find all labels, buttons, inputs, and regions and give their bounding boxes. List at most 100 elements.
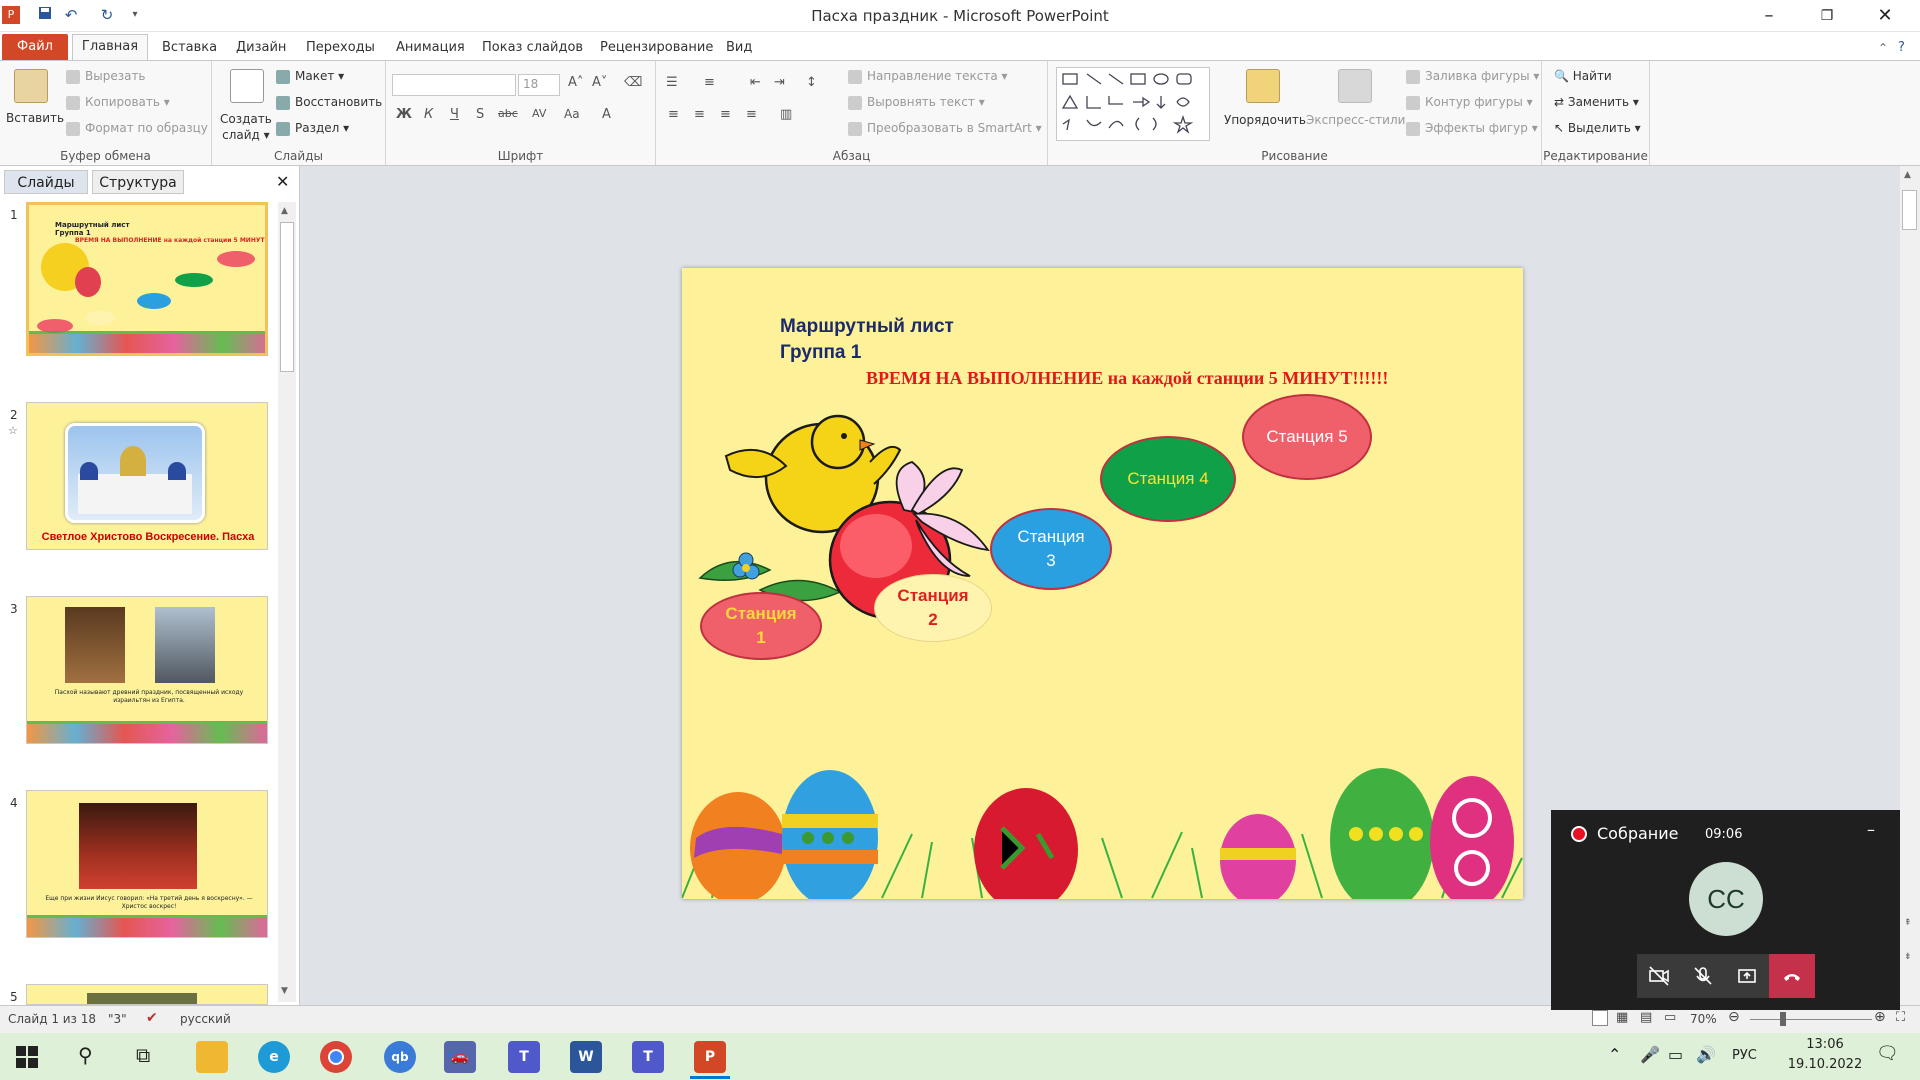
- slide-thumbnail-2[interactable]: Светлое Христово Воскресение. Пасха: [26, 402, 268, 550]
- shape-fill-button[interactable]: Заливка фигуры ▾: [1406, 69, 1539, 84]
- station-1[interactable]: Станция 1: [700, 592, 822, 660]
- zoom-slider-thumb[interactable]: [1780, 1012, 1786, 1026]
- prev-slide-icon[interactable]: ⇞: [1904, 918, 1912, 928]
- scroll-down-icon[interactable]: ▼: [281, 986, 288, 996]
- fit-slide-icon[interactable]: ⛶: [1896, 1010, 1905, 1025]
- clock-date[interactable]: 19.10.2022: [1776, 1057, 1874, 1072]
- format-painter-button[interactable]: Формат по образцу: [66, 121, 208, 136]
- slide-thumbnail-3[interactable]: Пасхой называют древний праздник, посвящ…: [26, 596, 268, 744]
- slide-thumbnail-5[interactable]: [26, 984, 268, 1005]
- tab-outline-panel[interactable]: Структура: [92, 170, 184, 194]
- shapes-gallery[interactable]: [1056, 67, 1210, 141]
- editor-scrollbar[interactable]: ▲ ⇞ ⇟: [1900, 166, 1920, 1005]
- scroll-up-icon[interactable]: ▲: [281, 206, 288, 216]
- smartart-button[interactable]: Преобразовать в SmartArt ▾: [848, 121, 1042, 136]
- chrome-icon[interactable]: [320, 1041, 352, 1073]
- bullets-icon[interactable]: ☰: [666, 75, 678, 90]
- teams-classic-icon[interactable]: T: [632, 1041, 664, 1073]
- shrink-font-icon[interactable]: A˅: [592, 75, 607, 90]
- decrease-indent-icon[interactable]: ⇤: [750, 75, 761, 90]
- car-app-icon[interactable]: 🚗: [444, 1041, 476, 1073]
- slide-thumbnail-1[interactable]: Маршрутный лист Группа 1 ВРЕМЯ НА ВЫПОЛН…: [26, 202, 268, 356]
- tab-slideshow[interactable]: Показ слайдов: [482, 36, 583, 60]
- copy-button[interactable]: Копировать ▾: [66, 95, 170, 110]
- eggs-grass-illustration[interactable]: [682, 738, 1523, 899]
- slideshow-view-icon[interactable]: ▭: [1664, 1010, 1676, 1025]
- strike-button[interactable]: abc: [498, 107, 518, 120]
- spellcheck-icon[interactable]: ✔: [146, 1010, 158, 1026]
- next-slide-icon[interactable]: ⇟: [1904, 952, 1912, 962]
- mic-tray-icon[interactable]: 🎤: [1640, 1045, 1660, 1064]
- windows-start-icon[interactable]: [16, 1046, 38, 1072]
- tray-chevron-icon[interactable]: ⌃: [1608, 1045, 1621, 1064]
- station-2[interactable]: Станция 2: [874, 574, 992, 642]
- sorter-view-icon[interactable]: ▦: [1616, 1010, 1628, 1025]
- find-button[interactable]: 🔍 Найти: [1554, 69, 1612, 83]
- new-slide-icon[interactable]: [230, 69, 264, 103]
- clear-format-icon[interactable]: ⌫: [624, 75, 642, 90]
- station-5[interactable]: Станция 5: [1242, 394, 1372, 480]
- tab-review[interactable]: Рецензирование: [600, 36, 713, 60]
- station-3[interactable]: Станция 3: [990, 508, 1112, 590]
- justify-icon[interactable]: ≡: [746, 107, 757, 122]
- close-panel-icon[interactable]: ✕: [276, 172, 289, 191]
- underline-button[interactable]: Ч: [450, 107, 459, 122]
- slide-thumbnail-4[interactable]: Еще при жизни Иисус говорил: «На третий …: [26, 790, 268, 938]
- shape-outline-button[interactable]: Контур фигуры ▾: [1406, 95, 1533, 110]
- tab-transitions[interactable]: Переходы: [306, 36, 375, 60]
- arrange-button[interactable]: Упорядочить: [1224, 113, 1306, 127]
- grow-font-icon[interactable]: A˄: [568, 75, 583, 90]
- input-language[interactable]: РУС: [1732, 1048, 1757, 1063]
- select-button[interactable]: ↖ Выделить ▾: [1554, 121, 1641, 135]
- panel-scrollbar[interactable]: ▲ ▼: [278, 202, 296, 1002]
- clock-time[interactable]: 13:06: [1780, 1037, 1870, 1052]
- numbering-icon[interactable]: ≡: [704, 75, 715, 90]
- current-slide[interactable]: Маршрутный лист Группа 1 ВРЕМЯ НА ВЫПОЛН…: [682, 268, 1523, 899]
- align-left-icon[interactable]: ≡: [668, 107, 679, 122]
- slide-heading-2[interactable]: Группа 1: [780, 342, 861, 364]
- hang-up-button[interactable]: [1769, 954, 1815, 998]
- align-text-button[interactable]: Выровнять текст ▾: [848, 95, 985, 110]
- teams-icon[interactable]: T: [508, 1041, 540, 1073]
- arrange-icon[interactable]: [1246, 69, 1280, 103]
- new-slide-button[interactable]: Создать слайд ▾: [220, 111, 272, 143]
- ribbon-collapse-icon[interactable]: ⌃: [1878, 36, 1888, 60]
- tab-file[interactable]: Файл: [2, 34, 68, 60]
- replace-button[interactable]: ⇄ Заменить ▾: [1554, 95, 1639, 109]
- increase-indent-icon[interactable]: ⇥: [774, 75, 785, 90]
- columns-icon[interactable]: ▥: [780, 107, 792, 122]
- spacing-button[interactable]: AV: [532, 107, 546, 120]
- slide-heading-1[interactable]: Маршрутный лист: [780, 316, 954, 338]
- slide-banner[interactable]: ВРЕМЯ НА ВЫПОЛНЕНИЕ на каждой станции 5 …: [866, 368, 1388, 389]
- paste-button[interactable]: Вставить: [6, 111, 64, 125]
- camera-off-button[interactable]: [1637, 954, 1681, 998]
- zoom-in-icon[interactable]: ⊕: [1874, 1009, 1886, 1025]
- task-view-icon[interactable]: ⧉: [136, 1043, 150, 1067]
- language-status[interactable]: русский: [180, 1012, 231, 1026]
- theme-name[interactable]: "3": [108, 1012, 127, 1026]
- search-icon[interactable]: ⚲: [78, 1043, 93, 1067]
- font-size-select[interactable]: 18: [518, 74, 560, 96]
- align-center-icon[interactable]: ≡: [694, 107, 705, 122]
- qbittorrent-icon[interactable]: qb: [384, 1041, 416, 1073]
- italic-button[interactable]: К: [424, 107, 433, 122]
- quick-styles-button[interactable]: Экспресс-стили: [1306, 113, 1405, 127]
- align-right-icon[interactable]: ≡: [720, 107, 731, 122]
- scroll-up-icon[interactable]: ▲: [1904, 170, 1911, 180]
- help-icon[interactable]: ?: [1898, 36, 1905, 60]
- panel-scroll-thumb[interactable]: [280, 222, 294, 372]
- notifications-icon[interactable]: 🗨: [1876, 1043, 1899, 1064]
- quick-styles-icon[interactable]: [1338, 69, 1372, 103]
- share-screen-button[interactable]: [1725, 954, 1769, 998]
- volume-icon[interactable]: 🔊: [1696, 1045, 1716, 1064]
- text-direction-button[interactable]: Направление текста ▾: [848, 69, 1008, 84]
- bold-button[interactable]: Ж: [396, 107, 412, 122]
- cut-button[interactable]: Вырезать: [66, 69, 146, 84]
- section-button[interactable]: Раздел ▾: [276, 121, 349, 136]
- tab-slides-panel[interactable]: Слайды: [4, 170, 88, 194]
- shape-effects-button[interactable]: Эффекты фигур ▾: [1406, 121, 1538, 136]
- network-icon[interactable]: ▭: [1668, 1045, 1683, 1064]
- edge-icon[interactable]: e: [258, 1041, 290, 1073]
- close-icon[interactable]: ✕: [1856, 0, 1914, 32]
- station-4[interactable]: Станция 4: [1100, 436, 1236, 522]
